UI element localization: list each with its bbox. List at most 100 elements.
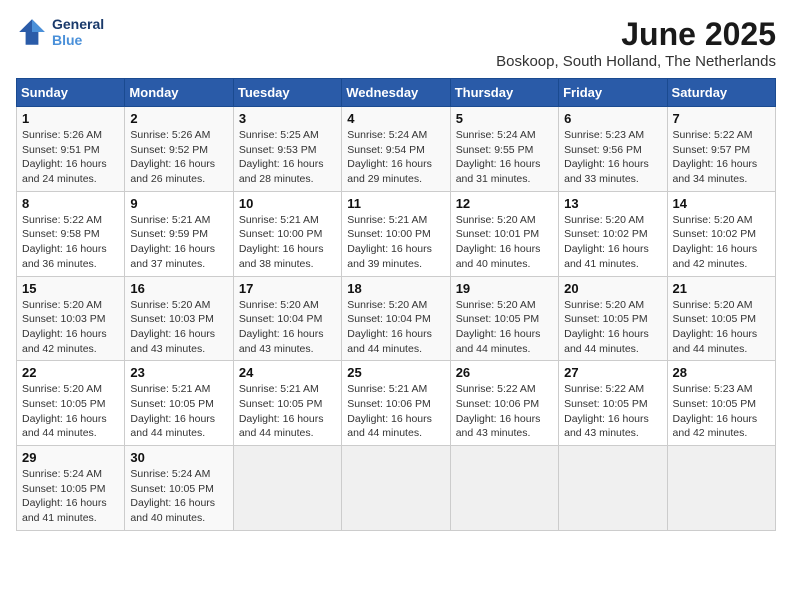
day-info: Sunrise: 5:20 AM Sunset: 10:02 PM Daylig…	[673, 213, 770, 272]
day-number: 11	[347, 196, 444, 211]
day-number: 21	[673, 281, 770, 296]
day-number: 8	[22, 196, 119, 211]
day-info: Sunrise: 5:20 AM Sunset: 10:03 PM Daylig…	[22, 298, 119, 357]
day-info: Sunrise: 5:20 AM Sunset: 10:05 PM Daylig…	[673, 298, 770, 357]
day-number: 27	[564, 365, 661, 380]
day-info: Sunrise: 5:23 AM Sunset: 10:05 PM Daylig…	[673, 382, 770, 441]
calendar-day-cell: 17 Sunrise: 5:20 AM Sunset: 10:04 PM Dayl…	[233, 276, 341, 361]
day-info: Sunrise: 5:20 AM Sunset: 10:04 PM Daylig…	[239, 298, 336, 357]
weekday-header: Friday	[559, 79, 667, 107]
calendar-day-cell: 15 Sunrise: 5:20 AM Sunset: 10:03 PM Dayl…	[17, 276, 125, 361]
calendar-day-cell: 26 Sunrise: 5:22 AM Sunset: 10:06 PM Dayl…	[450, 361, 558, 446]
day-info: Sunrise: 5:20 AM Sunset: 10:01 PM Daylig…	[456, 213, 553, 272]
calendar-day-cell: 8 Sunrise: 5:22 AM Sunset: 9:58 PM Daylig…	[17, 191, 125, 276]
calendar-day-cell: 1 Sunrise: 5:26 AM Sunset: 9:51 PM Daylig…	[17, 107, 125, 192]
empty-cell	[450, 446, 558, 531]
day-number: 9	[130, 196, 227, 211]
calendar-day-cell: 4 Sunrise: 5:24 AM Sunset: 9:54 PM Daylig…	[342, 107, 450, 192]
calendar-day-cell: 18Sunrise: 5:20 AM Sunset: 10:04 PM Dayl…	[342, 276, 450, 361]
day-info: Sunrise: 5:21 AM Sunset: 10:05 PM Daylig…	[239, 382, 336, 441]
logo-line1: General	[52, 16, 104, 32]
calendar-day-cell: 11 Sunrise: 5:21 AM Sunset: 10:00 PM Dayl…	[342, 191, 450, 276]
day-info: Sunrise: 5:20 AM Sunset: 10:05 PM Daylig…	[456, 298, 553, 357]
weekday-header: Sunday	[17, 79, 125, 107]
day-number: 4	[347, 111, 444, 126]
calendar-day-cell: 14 Sunrise: 5:20 AM Sunset: 10:02 PM Dayl…	[667, 191, 775, 276]
day-info: Sunrise: 5:21 AM Sunset: 10:00 PM Daylig…	[239, 213, 336, 272]
calendar-day-cell: 6 Sunrise: 5:23 AM Sunset: 9:56 PM Daylig…	[559, 107, 667, 192]
day-number: 26	[456, 365, 553, 380]
calendar-day-cell: 20Sunrise: 5:20 AM Sunset: 10:05 PM Dayl…	[559, 276, 667, 361]
day-number: 28	[673, 365, 770, 380]
calendar-day-cell: 7 Sunrise: 5:22 AM Sunset: 9:57 PM Daylig…	[667, 107, 775, 192]
day-number: 29	[22, 450, 119, 465]
month-title: June 2025	[496, 16, 776, 53]
day-info: Sunrise: 5:22 AM Sunset: 9:58 PM Dayligh…	[22, 213, 119, 272]
weekday-header: Saturday	[667, 79, 775, 107]
empty-cell	[233, 446, 341, 531]
calendar-day-cell: 24 Sunrise: 5:21 AM Sunset: 10:05 PM Dayl…	[233, 361, 341, 446]
day-number: 2	[130, 111, 227, 126]
day-number: 25	[347, 365, 444, 380]
empty-cell	[667, 446, 775, 531]
location-subtitle: Boskoop, South Holland, The Netherlands	[496, 53, 776, 70]
day-number: 7	[673, 111, 770, 126]
day-number: 16	[130, 281, 227, 296]
day-number: 1	[22, 111, 119, 126]
logo: General Blue	[16, 16, 104, 48]
day-info: Sunrise: 5:21 AM Sunset: 10:05 PM Daylig…	[130, 382, 227, 441]
day-info: Sunrise: 5:24 AM Sunset: 9:54 PM Dayligh…	[347, 128, 444, 187]
day-number: 24	[239, 365, 336, 380]
page-header: General Blue June 2025 Boskoop, South Ho…	[16, 16, 776, 70]
day-info: Sunrise: 5:21 AM Sunset: 9:59 PM Dayligh…	[130, 213, 227, 272]
day-info: Sunrise: 5:26 AM Sunset: 9:52 PM Dayligh…	[130, 128, 227, 187]
day-number: 6	[564, 111, 661, 126]
calendar-day-cell: 9 Sunrise: 5:21 AM Sunset: 9:59 PM Daylig…	[125, 191, 233, 276]
calendar-day-cell: 27 Sunrise: 5:22 AM Sunset: 10:05 PM Dayl…	[559, 361, 667, 446]
calendar-day-cell: 3Sunrise: 5:25 AM Sunset: 9:53 PM Daylig…	[233, 107, 341, 192]
day-info: Sunrise: 5:26 AM Sunset: 9:51 PM Dayligh…	[22, 128, 119, 187]
day-number: 22	[22, 365, 119, 380]
day-number: 14	[673, 196, 770, 211]
day-number: 13	[564, 196, 661, 211]
calendar-day-cell: 21 Sunrise: 5:20 AM Sunset: 10:05 PM Dayl…	[667, 276, 775, 361]
day-number: 15	[22, 281, 119, 296]
day-info: Sunrise: 5:20 AM Sunset: 10:02 PM Daylig…	[564, 213, 661, 272]
day-number: 20	[564, 281, 661, 296]
logo-icon	[16, 16, 48, 48]
day-info: Sunrise: 5:20 AM Sunset: 10:03 PM Daylig…	[130, 298, 227, 357]
day-number: 23	[130, 365, 227, 380]
logo-line2: Blue	[52, 32, 104, 48]
calendar-day-cell: 30Sunrise: 5:24 AM Sunset: 10:05 PM Dayl…	[125, 446, 233, 531]
day-info: Sunrise: 5:24 AM Sunset: 10:05 PM Daylig…	[22, 467, 119, 526]
weekday-header: Monday	[125, 79, 233, 107]
weekday-header: Tuesday	[233, 79, 341, 107]
day-number: 18	[347, 281, 444, 296]
title-block: June 2025 Boskoop, South Holland, The Ne…	[496, 16, 776, 70]
calendar-day-cell: 22 Sunrise: 5:20 AM Sunset: 10:05 PM Dayl…	[17, 361, 125, 446]
day-number: 12	[456, 196, 553, 211]
day-info: Sunrise: 5:23 AM Sunset: 9:56 PM Dayligh…	[564, 128, 661, 187]
calendar-day-cell: 16 Sunrise: 5:20 AM Sunset: 10:03 PM Dayl…	[125, 276, 233, 361]
day-info: Sunrise: 5:24 AM Sunset: 10:05 PM Daylig…	[130, 467, 227, 526]
calendar-day-cell: 19 Sunrise: 5:20 AM Sunset: 10:05 PM Dayl…	[450, 276, 558, 361]
day-info: Sunrise: 5:22 AM Sunset: 10:05 PM Daylig…	[564, 382, 661, 441]
empty-cell	[559, 446, 667, 531]
day-number: 5	[456, 111, 553, 126]
weekday-header: Thursday	[450, 79, 558, 107]
calendar-day-cell: 2 Sunrise: 5:26 AM Sunset: 9:52 PM Daylig…	[125, 107, 233, 192]
calendar-day-cell: 25 Sunrise: 5:21 AM Sunset: 10:06 PM Dayl…	[342, 361, 450, 446]
day-info: Sunrise: 5:21 AM Sunset: 10:00 PM Daylig…	[347, 213, 444, 272]
calendar-day-cell: 10 Sunrise: 5:21 AM Sunset: 10:00 PM Dayl…	[233, 191, 341, 276]
day-info: Sunrise: 5:22 AM Sunset: 9:57 PM Dayligh…	[673, 128, 770, 187]
day-number: 17	[239, 281, 336, 296]
day-number: 19	[456, 281, 553, 296]
weekday-header: Wednesday	[342, 79, 450, 107]
day-info: Sunrise: 5:22 AM Sunset: 10:06 PM Daylig…	[456, 382, 553, 441]
calendar-day-cell: 23 Sunrise: 5:21 AM Sunset: 10:05 PM Dayl…	[125, 361, 233, 446]
day-number: 10	[239, 196, 336, 211]
day-info: Sunrise: 5:24 AM Sunset: 9:55 PM Dayligh…	[456, 128, 553, 187]
calendar-day-cell: 28 Sunrise: 5:23 AM Sunset: 10:05 PM Dayl…	[667, 361, 775, 446]
day-info: Sunrise: 5:20 AM Sunset: 10:05 PM Daylig…	[22, 382, 119, 441]
day-info: Sunrise: 5:21 AM Sunset: 10:06 PM Daylig…	[347, 382, 444, 441]
